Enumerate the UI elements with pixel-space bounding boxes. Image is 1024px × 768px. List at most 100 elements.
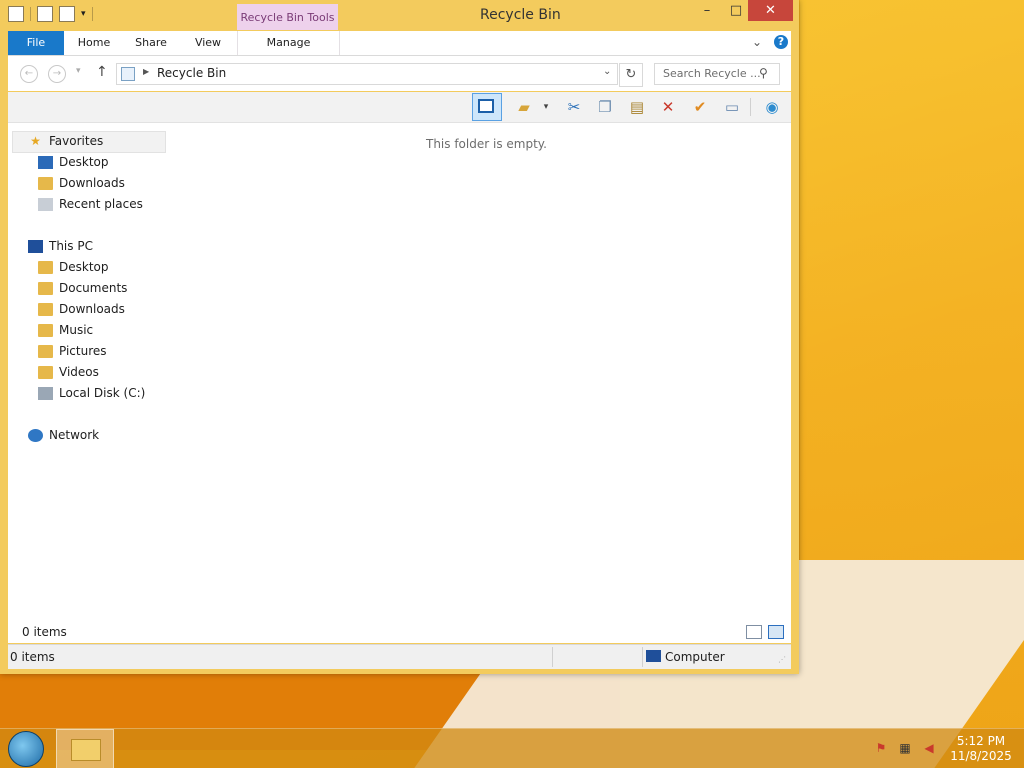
- nav-label: Network: [49, 428, 100, 442]
- navigation-pane: ★ Favorites Desktop Downloads Recent plac…: [8, 123, 178, 633]
- nav-pc-downloads[interactable]: Downloads: [38, 299, 125, 319]
- nav-favorites[interactable]: ★ Favorites: [28, 131, 103, 151]
- maximize-button[interactable]: □: [721, 0, 751, 21]
- desktop-icon: [38, 155, 53, 169]
- star-icon: ★: [30, 133, 41, 148]
- nav-this-pc[interactable]: This PC: [28, 236, 93, 256]
- qat-separator: [30, 7, 31, 21]
- nav-pc-pictures[interactable]: Pictures: [38, 341, 107, 361]
- close-button[interactable]: ✕: [748, 0, 793, 21]
- paste-icon[interactable]: ▤: [625, 95, 649, 119]
- nav-pc-desktop[interactable]: Desktop: [38, 257, 109, 277]
- nav-label: Local Disk (C:): [59, 386, 146, 400]
- nav-label: Desktop: [59, 260, 109, 274]
- tab-manage[interactable]: Manage: [237, 31, 340, 55]
- shell-icon[interactable]: ◉: [760, 95, 784, 119]
- nav-pc-local-disk[interactable]: Local Disk (C:): [38, 383, 145, 403]
- item-count: 0 items: [22, 625, 67, 639]
- check-icon[interactable]: ✔: [688, 95, 712, 119]
- nav-label: Videos: [59, 365, 99, 379]
- qat-customize-icon[interactable]: ▾: [81, 9, 86, 19]
- details-view-icon[interactable]: [746, 625, 762, 639]
- music-folder-icon: [38, 323, 53, 337]
- status-bar: 0 items Computer ⋰: [8, 644, 791, 669]
- nav-favorites-downloads[interactable]: Downloads: [38, 173, 125, 193]
- forward-button[interactable]: →: [48, 65, 66, 83]
- status-divider: [642, 647, 643, 667]
- context-tab-recycle-bin-tools: Recycle Bin Tools: [237, 4, 338, 30]
- back-button[interactable]: ←: [20, 65, 38, 83]
- large-icons-view-icon[interactable]: [768, 625, 784, 639]
- search-icon[interactable]: ⚲: [759, 66, 768, 80]
- computer-icon: [28, 239, 43, 253]
- recycle-bin-icon: [121, 67, 135, 81]
- computer-icon: [646, 650, 661, 662]
- ribbon-tabs: File Home Share View Manage ⌄ ?: [8, 31, 791, 56]
- nav-label: Favorites: [49, 134, 104, 148]
- taskbar-file-explorer[interactable]: [56, 729, 114, 768]
- volume-muted-icon[interactable]: ◀: [922, 741, 936, 755]
- tab-view[interactable]: View: [186, 31, 230, 55]
- command-toolbar: ▰ ▾ ✂ ❐ ▤ ✕ ✔ ▭ ◉: [8, 92, 791, 123]
- breadcrumb-chevron-icon[interactable]: ▶: [143, 67, 149, 76]
- quick-access-toolbar: ▾: [8, 6, 93, 22]
- clock-time: 5:12 PM: [956, 734, 1006, 748]
- help-icon[interactable]: ?: [774, 35, 788, 49]
- expand-ribbon-icon[interactable]: ⌄: [752, 35, 762, 49]
- cut-icon[interactable]: ✂: [562, 95, 586, 119]
- navigation-pane-button[interactable]: [472, 93, 502, 121]
- downloads-folder-icon: [38, 176, 53, 190]
- nav-pc-videos[interactable]: Videos: [38, 362, 99, 382]
- minimize-button[interactable]: –: [692, 0, 722, 21]
- resize-grip-icon[interactable]: ⋰: [778, 655, 786, 664]
- delete-icon[interactable]: ✕: [656, 95, 680, 119]
- pictures-folder-icon: [38, 344, 53, 358]
- title-bar[interactable]: ▾ Recycle Bin Tools Recycle Bin – □ ✕: [0, 0, 799, 30]
- refresh-button[interactable]: ↻: [619, 63, 643, 87]
- videos-folder-icon: [38, 365, 53, 379]
- search-input[interactable]: Search Recycle ... ⚲: [654, 63, 780, 85]
- folder-options-dropdown-icon[interactable]: ▾: [540, 95, 552, 119]
- breadcrumb-recycle-bin[interactable]: Recycle Bin: [157, 66, 226, 80]
- downloads-folder-icon: [38, 302, 53, 316]
- empty-folder-message: This folder is empty.: [426, 137, 547, 151]
- network-tray-icon[interactable]: ▦: [898, 741, 912, 755]
- file-explorer-icon: [71, 739, 101, 761]
- status-item-count: 0 items: [10, 650, 55, 664]
- rename-icon[interactable]: ▭: [720, 95, 744, 119]
- start-button[interactable]: [8, 731, 44, 767]
- content-area: ★ Favorites Desktop Downloads Recent plac…: [8, 123, 791, 643]
- nav-label: Music: [59, 323, 94, 337]
- address-dropdown-icon[interactable]: ⌄: [603, 66, 611, 77]
- properties-icon[interactable]: [37, 6, 53, 22]
- up-button[interactable]: ↑: [96, 64, 108, 80]
- tab-share[interactable]: Share: [124, 31, 178, 55]
- action-center-icon[interactable]: ⚑: [874, 741, 888, 755]
- toolbar-separator: [750, 98, 751, 116]
- new-folder-icon[interactable]: [59, 6, 75, 22]
- nav-pc-documents[interactable]: Documents: [38, 278, 127, 298]
- status-divider: [552, 647, 553, 667]
- nav-label: Pictures: [59, 344, 107, 358]
- qat-separator: [91, 7, 93, 21]
- network-icon: [28, 428, 43, 442]
- address-bar[interactable]: ▶ Recycle Bin ⌄: [116, 63, 618, 85]
- layout-icon: [478, 99, 494, 113]
- recent-locations-icon[interactable]: ▾: [76, 66, 81, 76]
- nav-favorites-recent-places[interactable]: Recent places: [38, 194, 143, 214]
- search-placeholder: Search Recycle ...: [663, 67, 761, 80]
- tab-home[interactable]: Home: [70, 31, 118, 55]
- folder-options-icon[interactable]: ▰: [512, 95, 536, 119]
- drive-icon: [38, 386, 53, 400]
- window-icon[interactable]: [8, 6, 24, 22]
- nav-network[interactable]: Network: [28, 425, 99, 445]
- desktop-folder-icon: [38, 260, 53, 274]
- tab-file[interactable]: File: [8, 31, 64, 55]
- copy-icon[interactable]: ❐: [593, 95, 617, 119]
- documents-folder-icon: [38, 281, 53, 295]
- window-title: Recycle Bin: [480, 7, 561, 23]
- system-clock[interactable]: 5:12 PM 11/8/2025: [950, 734, 1012, 764]
- nav-pc-music[interactable]: Music: [38, 320, 93, 340]
- nav-favorites-desktop[interactable]: Desktop: [38, 152, 109, 172]
- clock-date: 11/8/2025: [950, 749, 1012, 763]
